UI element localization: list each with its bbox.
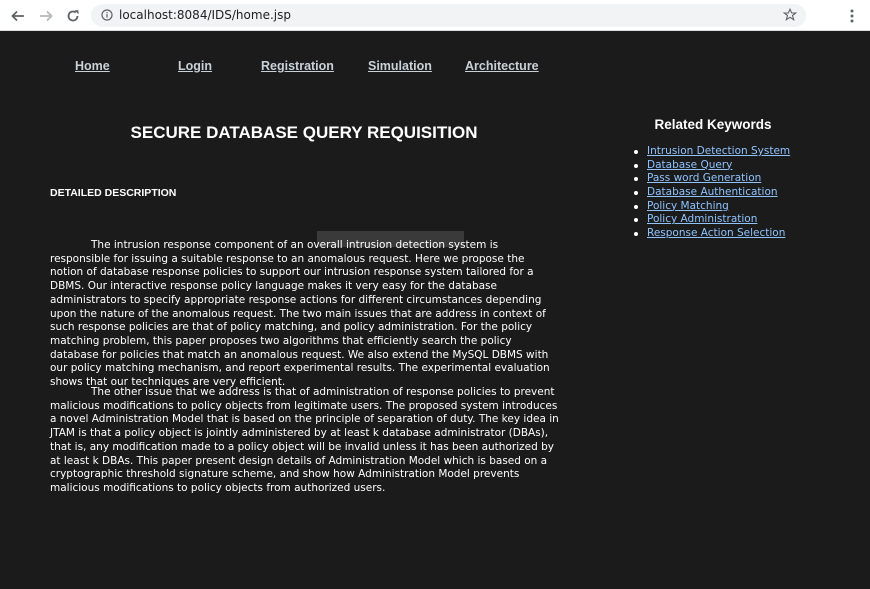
keyword-link[interactable]: Pass word Generation [647, 172, 761, 184]
more-menu-icon[interactable] [846, 8, 858, 24]
sidebar-title: Related Keywords [654, 117, 772, 132]
list-item: Policy Matching [633, 200, 790, 214]
list-item: Response Action Selection [633, 227, 790, 241]
description-paragraph-2: The other issue that we address is that … [50, 386, 559, 494]
info-icon[interactable] [101, 9, 113, 21]
bullet-icon [634, 163, 638, 168]
url-text[interactable]: localhost:8084/IDS/home.jsp [119, 8, 291, 22]
address-bar[interactable]: localhost:8084/IDS/home.jsp [91, 4, 806, 27]
keyword-link[interactable]: Policy Administration [647, 213, 757, 225]
nav-simulation-link[interactable]: Simulation [368, 59, 432, 73]
list-item: Intrusion Detection System [633, 145, 790, 159]
keyword-list: Intrusion Detection System Database Quer… [633, 145, 790, 241]
nav-home-link[interactable]: Home [75, 59, 110, 73]
keyword-link[interactable]: Database Authentication [647, 186, 778, 198]
list-item: Database Query [633, 159, 790, 173]
browser-toolbar: localhost:8084/IDS/home.jsp [0, 0, 870, 31]
bullet-icon [634, 204, 638, 209]
forward-arrow-icon[interactable] [36, 6, 56, 26]
bullet-icon [634, 232, 638, 237]
nav-login-link[interactable]: Login [178, 59, 212, 73]
list-item: Database Authentication [633, 186, 790, 200]
keyword-link[interactable]: Database Query [647, 159, 732, 171]
bullet-icon [634, 150, 638, 154]
nav-registration-link[interactable]: Registration [261, 59, 334, 73]
keyword-link[interactable]: Intrusion Detection System [647, 145, 790, 157]
page-content: Home Login Registration Simulation Archi… [0, 31, 870, 589]
section-heading: DETAILED DESCRIPTION [50, 187, 177, 199]
reload-icon[interactable] [63, 6, 83, 26]
list-item: Policy Administration [633, 213, 790, 227]
bullet-icon [634, 177, 638, 182]
nav-architecture-link[interactable]: Architecture [465, 59, 539, 73]
keyword-link[interactable]: Policy Matching [647, 200, 729, 212]
list-item: Pass word Generation [633, 172, 790, 186]
bullet-icon [634, 191, 638, 196]
description-paragraph-1: The intrusion response component of an o… [50, 239, 550, 389]
bookmark-star-icon[interactable] [783, 8, 797, 22]
bullet-icon [634, 218, 638, 223]
keyword-link[interactable]: Response Action Selection [647, 227, 785, 239]
page-title: SECURE DATABASE QUERY REQUISITION [130, 123, 478, 142]
back-arrow-icon[interactable] [8, 6, 28, 26]
